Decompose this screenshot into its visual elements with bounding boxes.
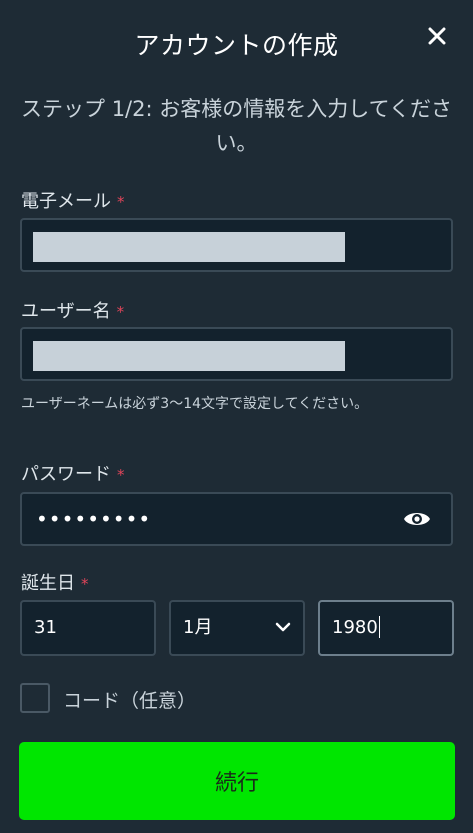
required-mark: * — [117, 466, 125, 484]
code-checkbox-label[interactable]: コード（任意） — [63, 686, 196, 713]
birth-month-value: 1月 — [183, 617, 213, 638]
username-hint: ユーザーネームは必ず3〜14文字で設定してください。 — [21, 396, 369, 412]
header: アカウントの作成 — [0, 0, 473, 84]
show-password-button[interactable] — [403, 508, 431, 530]
close-button[interactable] — [421, 20, 453, 52]
redacted-value — [33, 341, 345, 371]
birth-year-field[interactable]: 1980 — [318, 600, 454, 656]
birthdate-label: 誕生日 * — [21, 569, 89, 595]
step-text: ステップ 1/2: お客様の情報を入力してください。 — [21, 97, 452, 155]
birth-month-select[interactable]: 1月 — [169, 600, 305, 656]
code-checkbox[interactable] — [20, 683, 50, 713]
username-field[interactable] — [20, 327, 453, 381]
password-label: パスワード * — [21, 460, 125, 486]
birthdate-label-text: 誕生日 — [21, 573, 75, 594]
redacted-value — [33, 232, 345, 262]
username-label: ユーザー名 * — [21, 297, 124, 323]
birth-day-field[interactable]: 31 — [20, 600, 156, 656]
birth-day-value: 31 — [34, 617, 57, 638]
close-icon — [428, 27, 446, 45]
page-title: アカウントの作成 — [134, 31, 339, 60]
required-mark: * — [116, 303, 125, 321]
required-mark: * — [117, 193, 125, 211]
password-label-text: パスワード — [21, 464, 111, 485]
email-label-text: 電子メール — [21, 191, 111, 212]
eye-icon — [404, 513, 430, 525]
birth-year-value: 1980 — [332, 617, 378, 638]
continue-button[interactable]: 続行 — [19, 742, 455, 820]
email-field[interactable] — [20, 218, 453, 272]
email-label: 電子メール * — [21, 187, 125, 213]
required-mark: * — [81, 575, 89, 593]
text-cursor — [378, 615, 380, 638]
create-account-screen: アカウントの作成 ステップ 1/2: お客様の情報を入力してください。 電子メー… — [0, 0, 473, 833]
username-label-text: ユーザー名 — [21, 301, 111, 322]
password-field[interactable]: ••••••••• — [20, 492, 453, 546]
password-value: ••••••••• — [36, 507, 152, 531]
chevron-down-icon — [275, 622, 291, 632]
